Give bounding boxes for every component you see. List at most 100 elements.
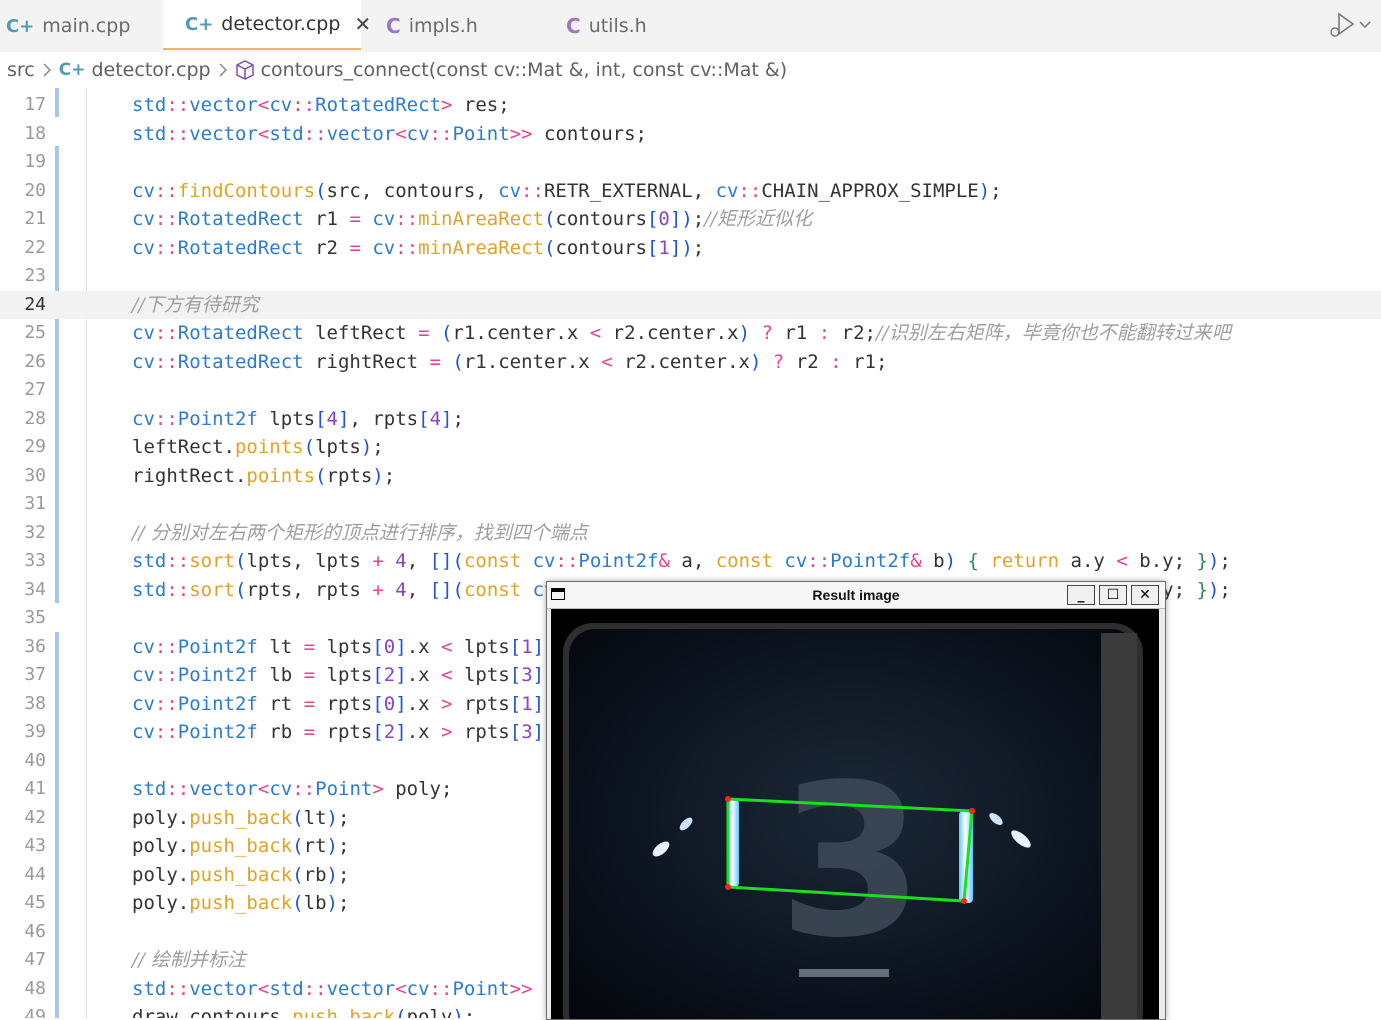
tab-label: detector.cpp [221, 13, 341, 35]
close-window-button[interactable]: ✕ [1131, 585, 1159, 605]
code-line[interactable]: 18 std::vector<std::vector<cv::Point>> co… [0, 120, 1381, 149]
code-line[interactable]: 31 [0, 490, 1381, 519]
code-text: cv::Point2f rb = rpts[2].x > rpts[3] [132, 721, 545, 743]
code-line[interactable]: 24 //下方有待研究 [0, 290, 1381, 319]
tab-main-cpp[interactable]: C+ main.cpp [6, 0, 156, 52]
code-line[interactable]: 17 std::vector<cv::RotatedRect> res; [0, 91, 1381, 120]
run-debug-button[interactable] [1329, 12, 1371, 38]
line-number: 49 [24, 1006, 46, 1018]
tab-label: impls.h [408, 15, 478, 37]
line-number: 28 [24, 407, 46, 429]
code-text: poly.push_back(lb); [132, 892, 350, 914]
line-number: 45 [24, 892, 46, 913]
tab-label: utils.h [588, 15, 647, 37]
code-text: poly.push_back(lt); [132, 806, 350, 829]
code-text: std::vector<std::vector<cv::Point>> [132, 977, 533, 1000]
chevron-right-icon [219, 63, 227, 77]
corner-point [725, 796, 731, 802]
code-text: poly.push_back(rt); [132, 835, 350, 857]
cpp-file-icon: C+ [185, 13, 214, 35]
line-number: 39 [24, 721, 46, 742]
line-number: 25 [24, 322, 46, 343]
code-text: // 分别对左右两个矩形的顶点进行排序，找到四个端点 [132, 521, 588, 544]
line-number: 31 [24, 493, 46, 514]
code-text: leftRect.points(lpts); [132, 436, 384, 458]
line-number: 43 [24, 835, 46, 856]
method-cube-icon [235, 60, 254, 80]
line-number: 42 [24, 806, 46, 828]
line-number: 46 [24, 920, 46, 942]
corner-point [961, 898, 967, 904]
cpp-file-icon: C+ [58, 60, 86, 80]
tab-utils-h[interactable]: C utils.h [566, 0, 726, 52]
code-line[interactable]: 22 cv::RotatedRect r2 = cv::minAreaRect(c… [0, 234, 1381, 263]
code-text: cv::RotatedRect r2 = cv::minAreaRect(con… [132, 236, 705, 259]
line-number: 34 [24, 578, 46, 600]
code-text: std::sort(lpts, lpts + 4, [](const cv::P… [132, 550, 1231, 572]
code-line[interactable]: 32 // 分别对左右两个矩形的顶点进行排序，找到四个端点 [0, 519, 1381, 548]
code-text: //下方有待研究 [132, 293, 259, 316]
code-text: cv::Point2f rt = rpts[0].x > rpts[1] [132, 692, 545, 715]
line-number: 37 [24, 664, 46, 685]
code-line[interactable]: 25 cv::RotatedRect leftRect = (r1.center.… [0, 319, 1381, 348]
line-number: 48 [24, 977, 46, 999]
line-number: 35 [24, 607, 46, 628]
code-text: rightRect.points(rpts); [132, 464, 396, 487]
line-number: 20 [24, 179, 46, 201]
code-text: cv::RotatedRect r1 = cv::minAreaRect(con… [132, 208, 813, 230]
code-line[interactable]: 28 cv::Point2f lpts[4], rpts[4]; [0, 405, 1381, 434]
cpp-file-icon: C+ [6, 15, 35, 37]
line-number: 24 [24, 293, 46, 315]
code-line[interactable]: 21 cv::RotatedRect r1 = cv::minAreaRect(c… [0, 205, 1381, 234]
breadcrumb-folder[interactable]: src [7, 59, 35, 81]
tab-impls-h[interactable]: C impls.h [386, 0, 546, 52]
tab-detector-cpp[interactable]: C+ detector.cpp ✕ [163, 0, 371, 50]
code-line[interactable]: 20 cv::findContours(src, contours, cv::RE… [0, 177, 1381, 206]
line-number: 44 [24, 863, 46, 885]
breadcrumb-file[interactable]: detector.cpp [91, 59, 210, 81]
result-image: 3 [551, 609, 1159, 1019]
code-line[interactable]: 19 [0, 148, 1381, 177]
code-text: cv::Point2f lt = lpts[0].x < lpts[1] [132, 635, 545, 658]
code-text: cv::RotatedRect rightRect = (r1.center.x… [132, 350, 888, 373]
code-text: cv::findContours(src, contours, cv::RETR… [132, 179, 1002, 202]
line-number: 30 [24, 464, 46, 486]
code-line[interactable]: 30 rightRect.points(rpts); [0, 462, 1381, 491]
code-text: // 绘制并标注 [132, 949, 246, 971]
line-number: 38 [24, 692, 46, 714]
c-header-file-icon: C [566, 14, 581, 38]
line-number: 32 [24, 521, 46, 543]
window-menu-icon[interactable] [551, 588, 565, 600]
line-number: 21 [24, 208, 46, 229]
armor-digit: 3 [778, 739, 924, 984]
breadcrumb: src C+ detector.cpp contours_connect(con… [0, 52, 1381, 88]
corner-point [969, 808, 975, 814]
minimize-button[interactable]: _ [1067, 585, 1095, 605]
code-line[interactable]: 26 cv::RotatedRect rightRect = (r1.center… [0, 348, 1381, 377]
result-image-window[interactable]: Result image _ ☐ ✕ 3 [546, 581, 1166, 1020]
line-number: 19 [24, 151, 46, 172]
breadcrumb-symbol[interactable]: contours_connect(const cv::Mat &, int, c… [261, 59, 788, 81]
code-text: std::vector<std::vector<cv::Point>> cont… [132, 122, 647, 145]
code-line[interactable]: 33 std::sort(lpts, lpts + 4, [](const cv:… [0, 547, 1381, 576]
code-line[interactable]: 29 leftRect.points(lpts); [0, 433, 1381, 462]
line-number: 27 [24, 379, 46, 400]
line-number: 41 [24, 778, 46, 799]
line-number: 29 [24, 436, 46, 457]
c-header-file-icon: C [386, 14, 401, 38]
close-tab-icon[interactable]: ✕ [354, 12, 371, 36]
run-debug-icon [1330, 12, 1355, 37]
code-text: cv::RotatedRect leftRect = (r1.center.x … [132, 322, 1231, 344]
line-number: 17 [24, 94, 46, 115]
line-number: 23 [24, 265, 46, 286]
code-text: cv::Point2f lb = lpts[2].x < lpts[3] [132, 664, 545, 686]
maximize-button[interactable]: ☐ [1099, 585, 1127, 605]
result-window-title: Result image [812, 587, 900, 603]
corner-point [725, 884, 731, 890]
code-text: cv::Point2f lpts[4], rpts[4]; [132, 407, 464, 430]
code-line[interactable]: 23 [0, 262, 1381, 291]
chevron-down-icon[interactable] [1359, 20, 1371, 30]
line-number: 36 [24, 635, 46, 657]
result-window-titlebar[interactable]: Result image _ ☐ ✕ [547, 582, 1165, 609]
code-line[interactable]: 27 [0, 376, 1381, 405]
